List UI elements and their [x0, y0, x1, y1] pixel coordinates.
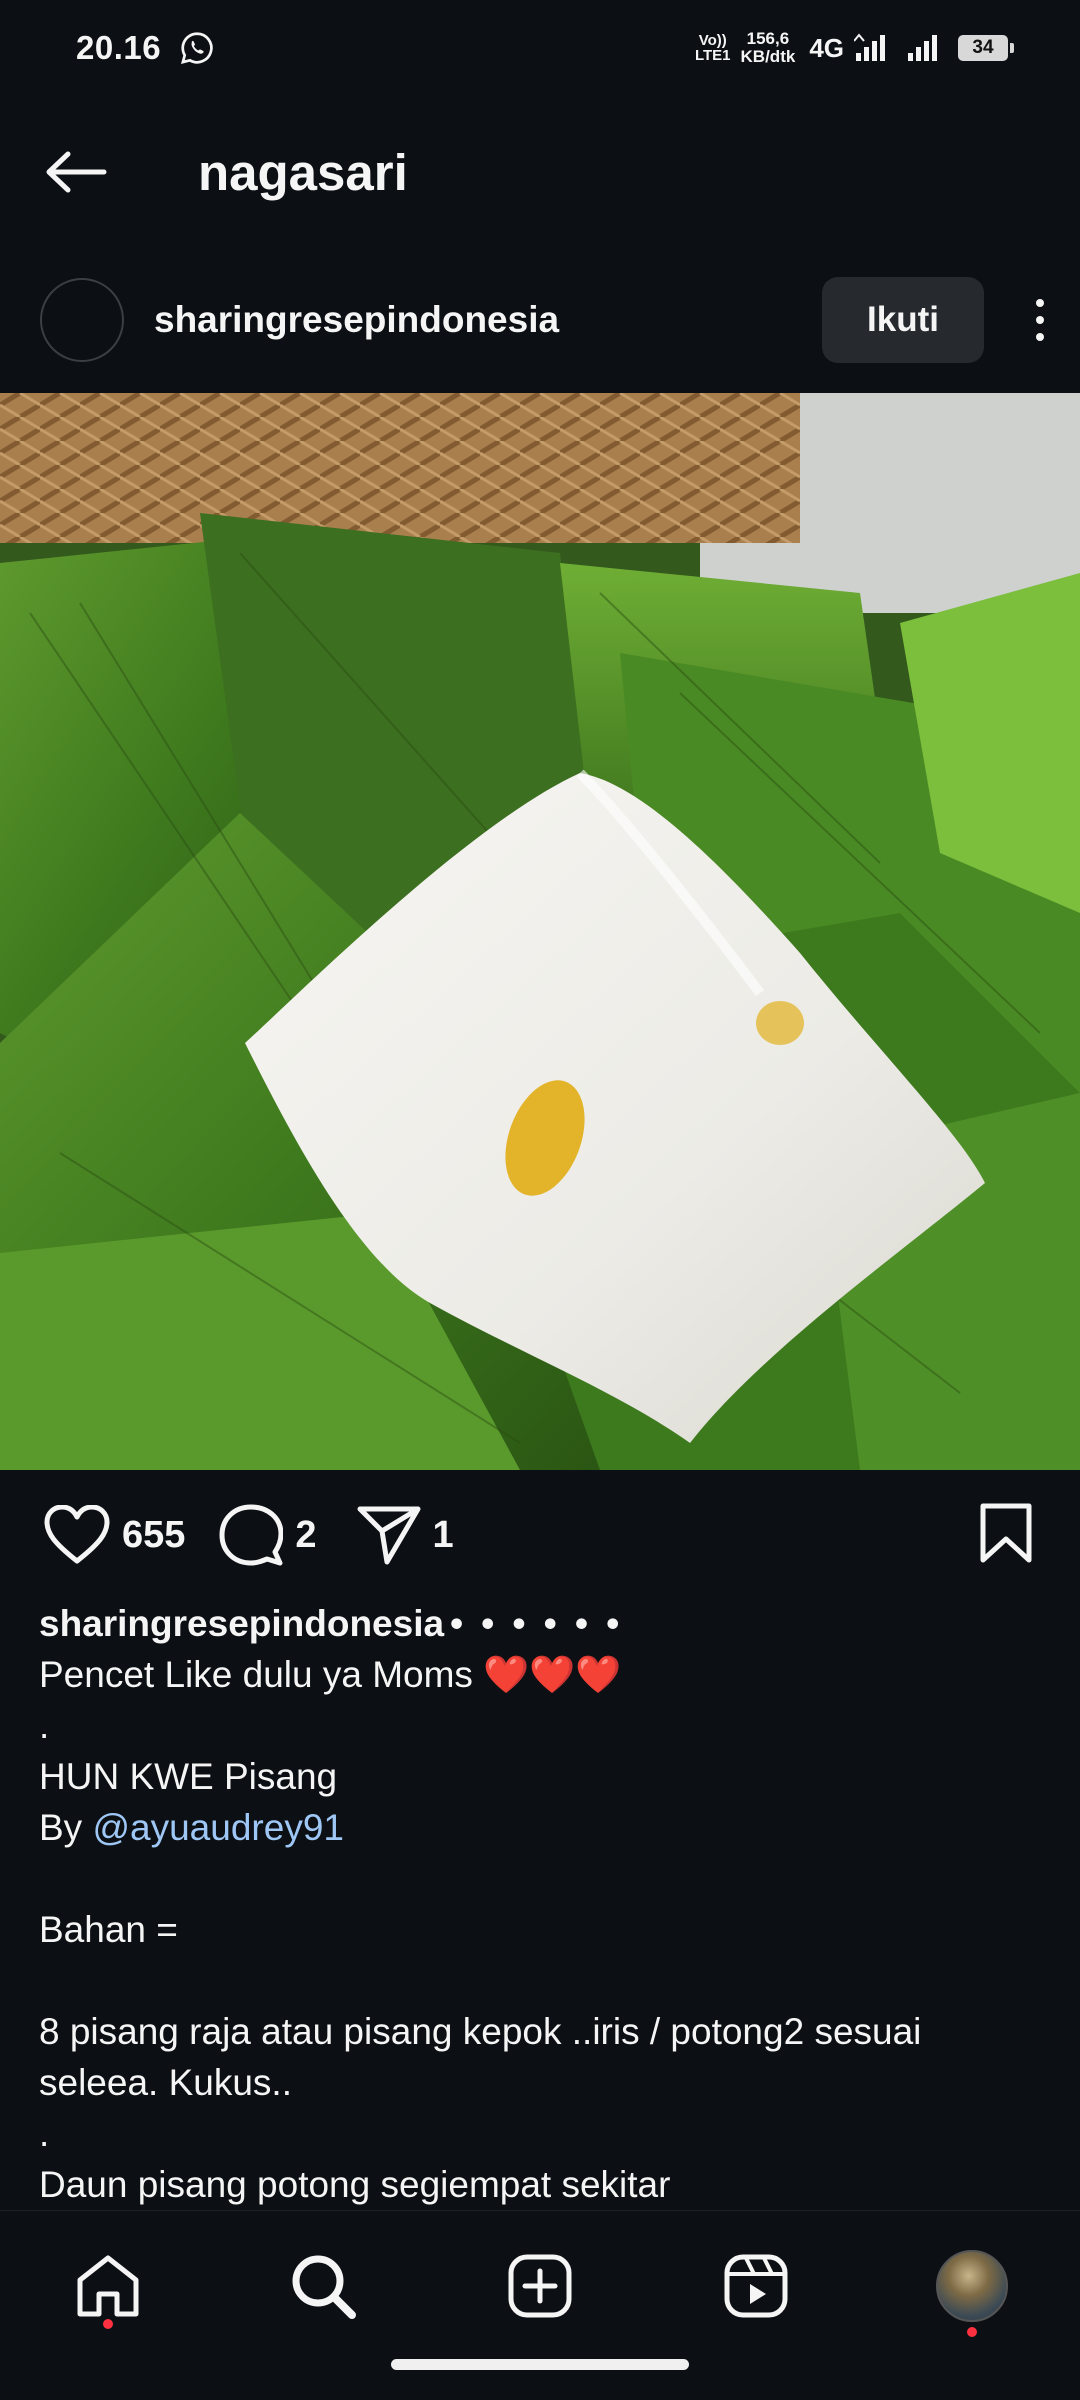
share-action[interactable]: 1 [357, 1505, 454, 1565]
like-action[interactable]: 655 [44, 1505, 185, 1565]
home-icon[interactable] [75, 2254, 141, 2318]
bottom-navigation [0, 2210, 1080, 2400]
volte-top: Vo)) [698, 32, 727, 49]
caption-text: Pencet Like dulu ya Moms [39, 1654, 484, 1695]
caption-line: HUN KWE Pisang [39, 1756, 338, 1797]
caption-by: By [39, 1807, 93, 1848]
status-right: Vo)) LTE1 156,6 KB/dtk 4G 34 [695, 30, 1014, 66]
caption-dots: • • • • • • [450, 1603, 624, 1644]
caption-header: sharingresepindonesia • • • • • • [39, 1598, 1039, 1649]
follow-button[interactable]: Ikuti [822, 277, 984, 363]
post-header: sharingresepindonesia Ikuti [0, 270, 1080, 370]
comment-icon[interactable] [219, 1504, 284, 1566]
status-bar: 20.16 Vo)) LTE1 156,6 KB/dtk 4G 34 [0, 0, 1080, 96]
caption-line: seleea. Kukus.. [39, 2062, 292, 2103]
food-photo-illustration [0, 393, 1080, 1470]
heart-emojis: ❤️❤️❤️ [483, 1654, 622, 1695]
more-vertical-icon [1036, 299, 1044, 307]
nav-home[interactable] [58, 2241, 158, 2331]
whatsapp-icon [181, 32, 213, 64]
save-button[interactable] [980, 1503, 1032, 1568]
caption-line: Pencet Like dulu ya Moms ❤️❤️❤️ [39, 1649, 1039, 1700]
bookmark-icon[interactable] [980, 1503, 1032, 1563]
post-actions: 655 2 1 [0, 1490, 1080, 1580]
caption-line: . [39, 1705, 50, 1746]
mention-link[interactable]: @ayuaudrey91 [92, 1807, 344, 1848]
back-button[interactable] [36, 132, 116, 212]
home-indicator[interactable] [391, 2359, 689, 2370]
speed-value: 156,6 [746, 29, 790, 48]
battery-icon: 34 [958, 35, 1014, 61]
signal-icon [908, 35, 937, 61]
caption-line: . [39, 2113, 50, 2154]
search-icon[interactable] [290, 2253, 356, 2319]
battery-level: 34 [972, 37, 994, 58]
network-type: 4G [809, 32, 844, 63]
signal-icon [854, 33, 885, 61]
more-vertical-icon-dot [1036, 316, 1044, 324]
reels-icon[interactable] [724, 2254, 788, 2318]
caption-line: Daun pisang potong segiempat sekitar [39, 2164, 671, 2205]
like-count[interactable]: 655 [122, 1514, 185, 1557]
volte-bottom: LTE1 [694, 47, 731, 64]
network-speed: 156,6 KB/dtk [741, 30, 796, 66]
caption-username[interactable]: sharingresepindonesia [39, 1603, 444, 1644]
status-time: 20.16 [76, 29, 162, 66]
caption-line: 8 pisang raja atau pisang kepok ..iris /… [39, 2011, 922, 2052]
create-icon[interactable] [508, 2254, 572, 2318]
nav-create[interactable] [490, 2241, 590, 2331]
more-options-button[interactable] [1010, 277, 1070, 363]
more-vertical-icon-dot [1036, 333, 1044, 341]
post-photo[interactable] [0, 393, 1080, 1470]
author-avatar[interactable] [40, 278, 124, 362]
page-title: nagasari [198, 143, 408, 201]
nav-reels[interactable] [706, 2241, 806, 2331]
top-header: nagasari [0, 120, 1080, 224]
nav-search[interactable] [273, 2241, 373, 2331]
post-caption: sharingresepindonesia • • • • • • Pencet … [39, 1598, 1039, 2210]
caption-line: Bahan = [39, 1909, 178, 1950]
heart-icon[interactable] [44, 1505, 110, 1565]
comment-action[interactable]: 2 [219, 1504, 317, 1566]
comment-count[interactable]: 2 [295, 1514, 316, 1557]
volte-indicator: Vo)) LTE1 [695, 33, 731, 63]
notification-dot [967, 2327, 977, 2337]
caption-line [39, 1853, 1039, 1904]
arrow-left-icon [46, 151, 107, 193]
author-username[interactable]: sharingresepindonesia [154, 299, 559, 341]
caption-line: By @ayuaudrey91 [39, 1802, 1039, 1853]
notification-dot [103, 2319, 113, 2329]
speed-unit: KB/dtk [740, 47, 796, 66]
share-icon[interactable] [357, 1505, 421, 1565]
share-count[interactable]: 1 [433, 1514, 454, 1557]
caption-line [39, 1955, 1039, 2006]
profile-avatar[interactable] [936, 2250, 1008, 2322]
nav-profile[interactable] [922, 2241, 1022, 2337]
